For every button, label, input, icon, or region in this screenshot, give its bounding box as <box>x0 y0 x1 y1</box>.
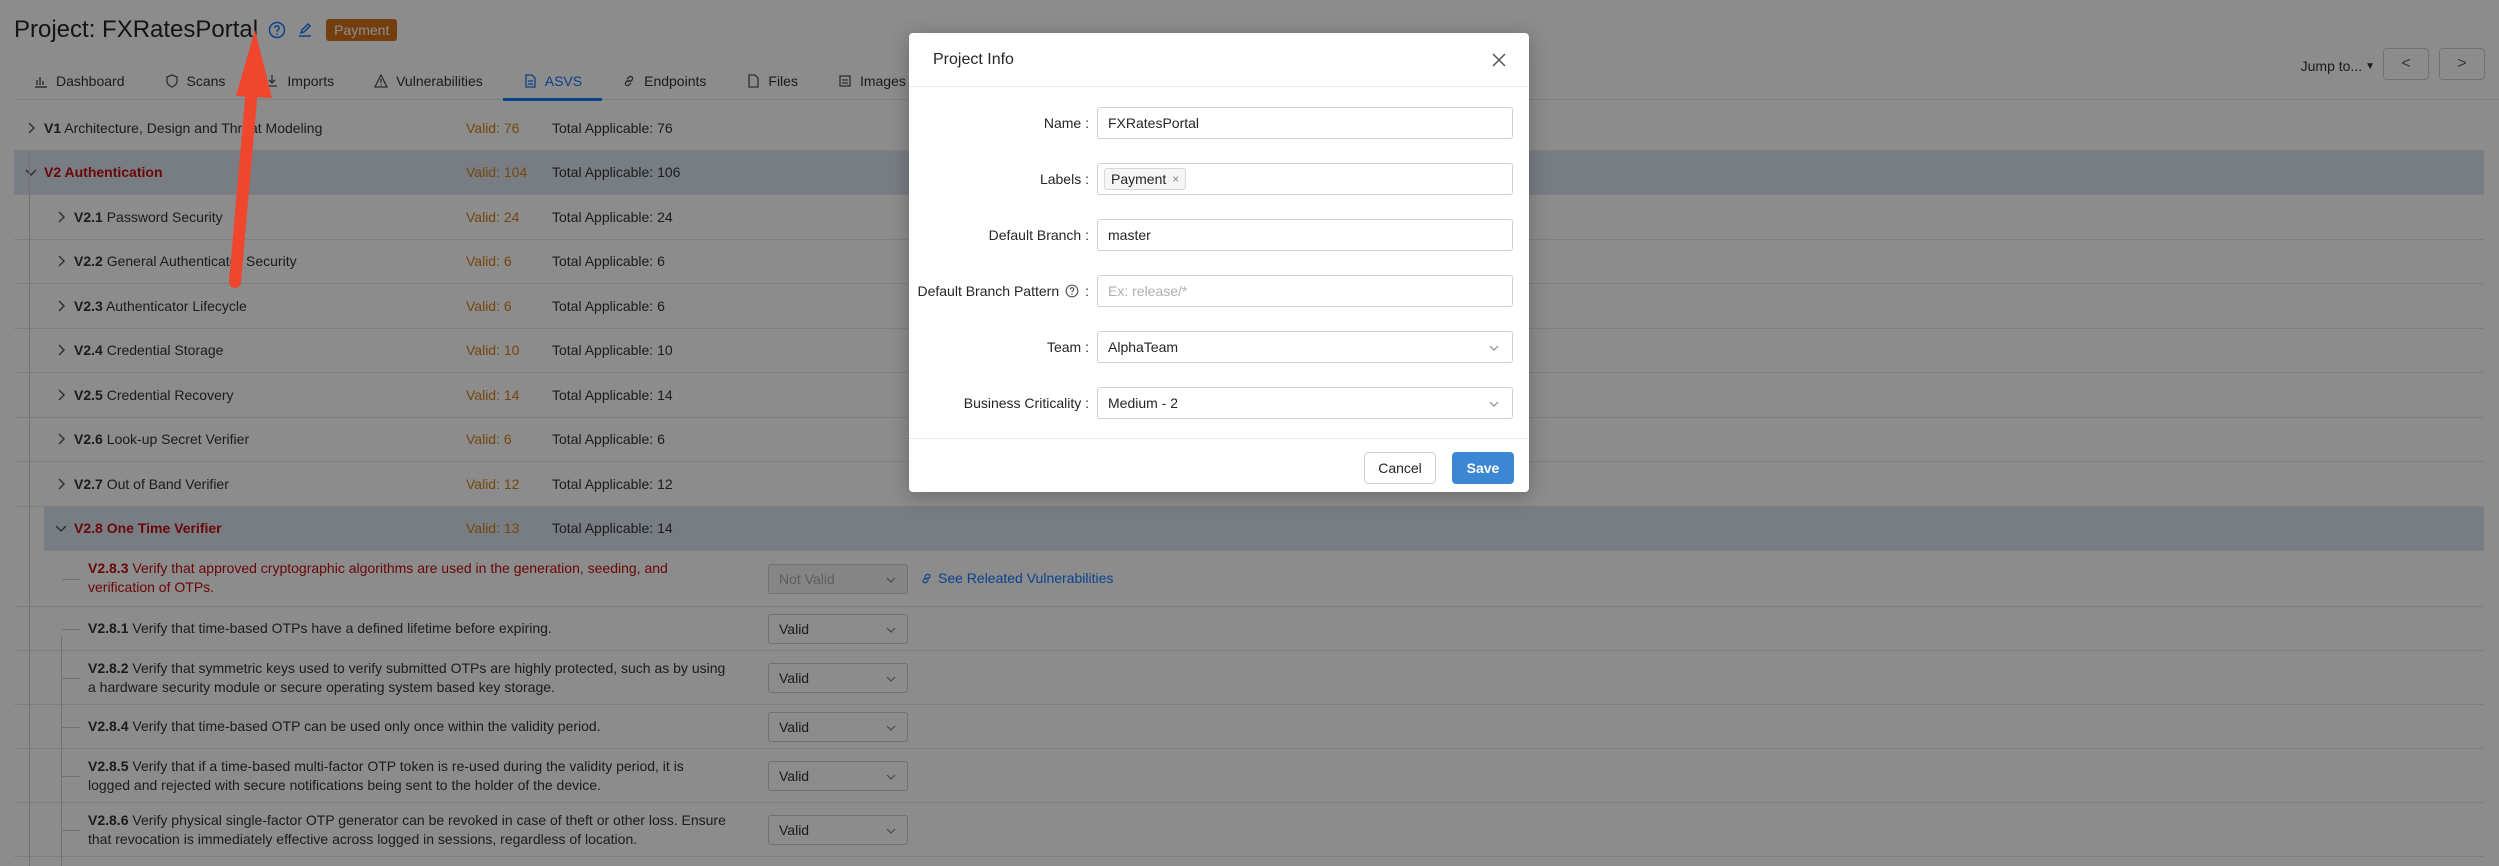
branch-pattern-colon: : <box>1085 283 1089 299</box>
team-field-row: Team : AlphaTeam <box>909 331 1529 365</box>
save-button[interactable]: Save <box>1452 452 1514 484</box>
branch-pattern-label-text: Default Branch Pattern <box>917 283 1060 299</box>
default-branch-input[interactable]: master <box>1097 219 1513 251</box>
branch-field-row: Default Branch : master <box>909 219 1529 253</box>
label-chip: Payment × <box>1104 168 1187 190</box>
criticality-label: Business Criticality : <box>963 395 1089 411</box>
modal-footer-divider <box>909 438 1529 439</box>
criticality-value: Medium - 2 <box>1108 395 1179 411</box>
default-branch-label: Default Branch : <box>988 227 1089 243</box>
project-info-modal: Project Info Name : FXRatesPortal Labels… <box>909 33 1529 492</box>
pattern-field-row: Default Branch Pattern : Ex: release/* <box>909 275 1529 309</box>
team-value: AlphaTeam <box>1108 339 1179 355</box>
team-label: Team : <box>1046 339 1089 355</box>
cancel-button[interactable]: Cancel <box>1364 452 1436 484</box>
page: Project: FXRatesPortal Payment Dashboard… <box>0 0 2499 866</box>
labels-input[interactable]: Payment × <box>1097 163 1513 195</box>
labels-label: Labels : <box>1039 171 1089 187</box>
branch-pattern-input[interactable]: Ex: release/* <box>1097 275 1513 307</box>
remove-label-icon[interactable]: × <box>1172 172 1179 186</box>
chevron-down-icon <box>1489 345 1499 351</box>
chevron-down-icon <box>1489 401 1499 407</box>
team-select[interactable]: AlphaTeam <box>1097 331 1513 363</box>
name-label: Name : <box>1043 115 1089 131</box>
name-input[interactable]: FXRatesPortal <box>1097 107 1513 139</box>
criticality-select[interactable]: Medium - 2 <box>1097 387 1513 419</box>
labels-field-row: Labels : Payment × <box>909 163 1529 197</box>
close-icon[interactable] <box>1489 50 1509 70</box>
label-chip-text: Payment <box>1111 171 1167 187</box>
name-field-row: Name : FXRatesPortal <box>909 107 1529 141</box>
modal-title: Project Info <box>909 33 1529 87</box>
branch-pattern-label: Default Branch Pattern : <box>917 283 1089 299</box>
help-icon[interactable] <box>1065 284 1079 298</box>
criticality-field-row: Business Criticality : Medium - 2 <box>909 387 1529 421</box>
